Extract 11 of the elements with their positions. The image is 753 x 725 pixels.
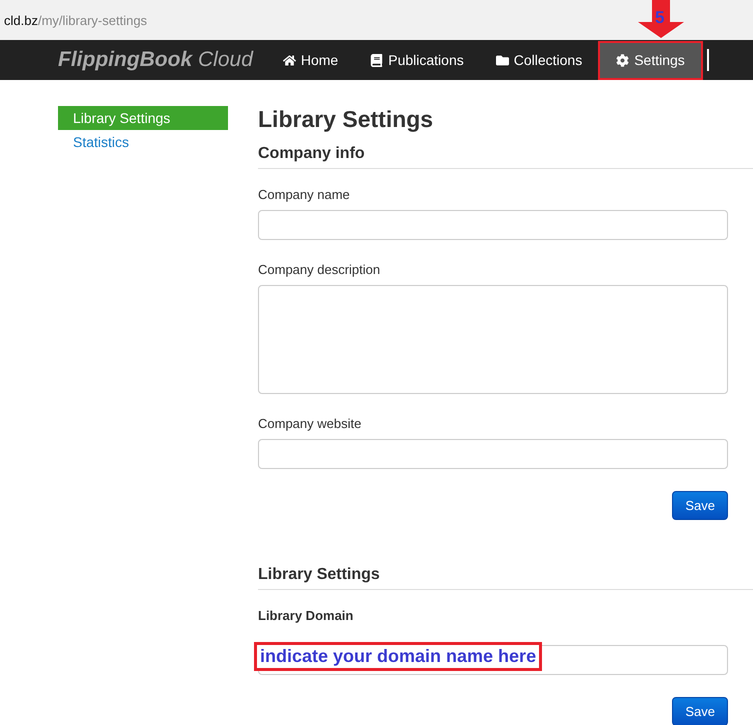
field-label: Company website xyxy=(258,416,362,431)
step-number: 5 xyxy=(655,8,664,28)
url-path: /my/library-settings xyxy=(38,12,148,28)
field-label: Library Domain xyxy=(258,608,354,623)
section-heading: Library Settings xyxy=(258,566,753,590)
section-heading: Company info xyxy=(258,145,753,169)
url-domain: cld.bz xyxy=(4,12,38,28)
page-title: Library Settings xyxy=(258,106,434,133)
field-label: Company name xyxy=(258,187,351,202)
field-label: Company description xyxy=(258,262,382,277)
annotation-tooltip: indicate your domain name here xyxy=(254,642,542,671)
